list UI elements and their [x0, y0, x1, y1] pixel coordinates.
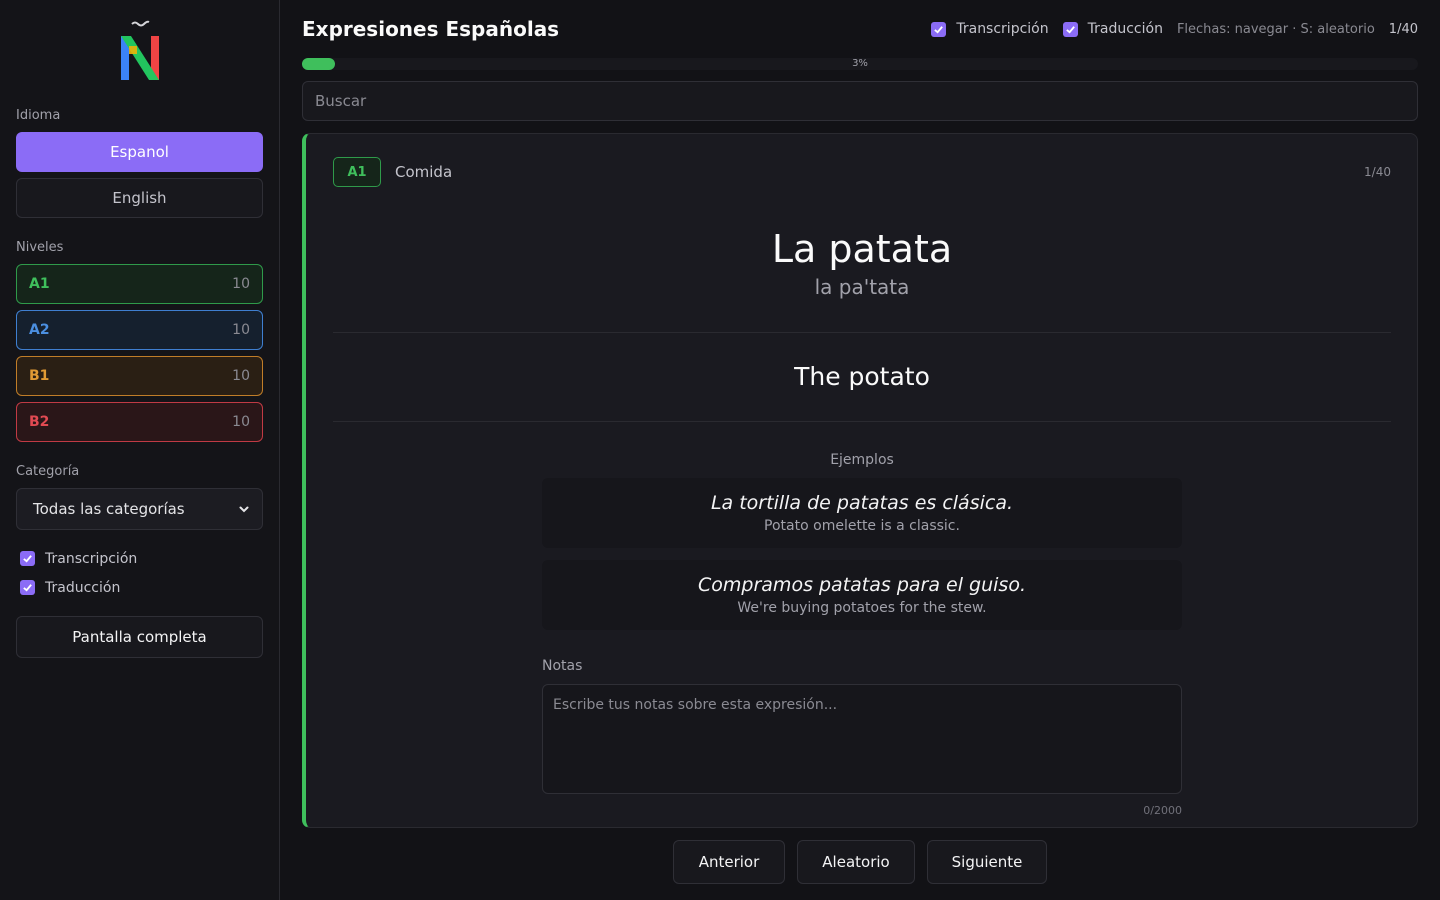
- category-select-value: Todas las categorías: [33, 500, 185, 518]
- category-select[interactable]: Todas las categorías: [16, 488, 263, 530]
- category-section-label: Categoría: [16, 464, 80, 479]
- translation-checkbox-label: Traducción: [45, 579, 121, 596]
- top-translation-toggle: Traducción: [1062, 21, 1163, 37]
- examples-heading: Ejemplos: [830, 452, 894, 468]
- top-transcription-checkbox[interactable]: [931, 21, 947, 37]
- example-spanish: La tortilla de patatas es clásica.: [710, 492, 1014, 514]
- check-icon: [934, 25, 944, 34]
- level-code: A1: [29, 276, 50, 292]
- check-icon: [1065, 25, 1075, 34]
- n-tilde-logo-icon: [120, 20, 159, 80]
- search-input[interactable]: [302, 81, 1418, 121]
- example-spanish: Compramos patatas para el guiso.: [698, 574, 1026, 596]
- sidebar-translation-toggle: Traducción: [16, 573, 263, 602]
- translation-text: The potato: [794, 362, 930, 391]
- progress-label: 3%: [852, 58, 868, 69]
- top-translation-label: Traducción: [1087, 21, 1163, 37]
- previous-button[interactable]: Anterior: [673, 840, 785, 884]
- top-counter: 1/40: [1388, 21, 1418, 37]
- progress-bar: 3%: [302, 58, 1418, 70]
- category-label: Comida: [395, 163, 453, 181]
- top-translation-checkbox[interactable]: [1062, 21, 1078, 37]
- top-transcription-label: Transcripción: [956, 21, 1049, 37]
- card-header: A1 Comida 1/40: [333, 134, 1391, 210]
- page-title: Expresiones Españolas: [302, 17, 560, 41]
- next-button[interactable]: Siguiente: [927, 840, 1047, 884]
- language-button-espanol[interactable]: Espanol: [16, 132, 263, 172]
- topbar-controls: Transcripción Traducción Flechas: navega…: [931, 21, 1418, 37]
- phonetic-transcription: la pa'tata: [814, 275, 910, 299]
- navigation-buttons: Anterior Aleatorio Siguiente: [302, 840, 1418, 884]
- level-code: A2: [29, 322, 50, 338]
- level-filter-a1[interactable]: A1 10: [16, 264, 263, 304]
- main-content: Expresiones Españolas Transcripción Trad…: [280, 0, 1440, 900]
- card-counter: 1/40: [1364, 165, 1391, 179]
- transcription-checkbox[interactable]: [20, 551, 35, 566]
- fullscreen-button[interactable]: Pantalla completa: [16, 616, 263, 658]
- example-english: Potato omelette is a classic.: [764, 518, 960, 534]
- language-section-label: Idioma: [16, 108, 61, 123]
- notes-label: Notas: [542, 658, 583, 674]
- check-icon: [23, 555, 32, 563]
- language-button-english[interactable]: English: [16, 178, 263, 218]
- levels-section-label: Niveles: [16, 240, 64, 255]
- level-filter-a2[interactable]: A2 10: [16, 310, 263, 350]
- random-button[interactable]: Aleatorio: [797, 840, 915, 884]
- level-code: B1: [29, 368, 50, 384]
- topbar: Expresiones Españolas Transcripción Trad…: [302, 0, 1418, 58]
- chevron-down-icon: [239, 506, 249, 513]
- keyboard-hint: Flechas: navegar · S: aleatorio: [1176, 21, 1375, 37]
- level-count: 10: [232, 414, 250, 430]
- app-root: Idioma Espanol English Niveles A1 10 A2 …: [0, 0, 1440, 900]
- top-transcription-toggle: Transcripción: [931, 21, 1049, 37]
- level-count: 10: [232, 322, 250, 338]
- sidebar-transcription-toggle: Transcripción: [16, 544, 263, 573]
- transcription-checkbox-label: Transcripción: [45, 550, 138, 567]
- expression-text: La patata: [771, 227, 953, 271]
- level-badge: A1: [333, 157, 381, 187]
- expression-card: A1 Comida 1/40 La patata la pa'tata The …: [302, 133, 1418, 828]
- check-icon: [23, 584, 32, 592]
- app-logo: [16, 0, 263, 84]
- level-filter-b1[interactable]: B1 10: [16, 356, 263, 396]
- example-item: Compramos patatas para el guiso. We're b…: [542, 560, 1182, 630]
- level-code: B2: [29, 414, 50, 430]
- card-header-left: A1 Comida: [333, 157, 452, 187]
- notes-textarea[interactable]: [542, 684, 1182, 794]
- example-english: We're buying potatoes for the stew.: [737, 600, 987, 616]
- example-item: La tortilla de patatas es clásica. Potat…: [542, 478, 1182, 548]
- level-filter-b2[interactable]: B2 10: [16, 402, 263, 442]
- sidebar: Idioma Espanol English Niveles A1 10 A2 …: [0, 0, 280, 900]
- notes-char-count: 0/2000: [1143, 804, 1182, 817]
- level-count: 10: [232, 368, 250, 384]
- translation-checkbox[interactable]: [20, 580, 35, 595]
- level-count: 10: [232, 276, 250, 292]
- divider: [333, 421, 1391, 422]
